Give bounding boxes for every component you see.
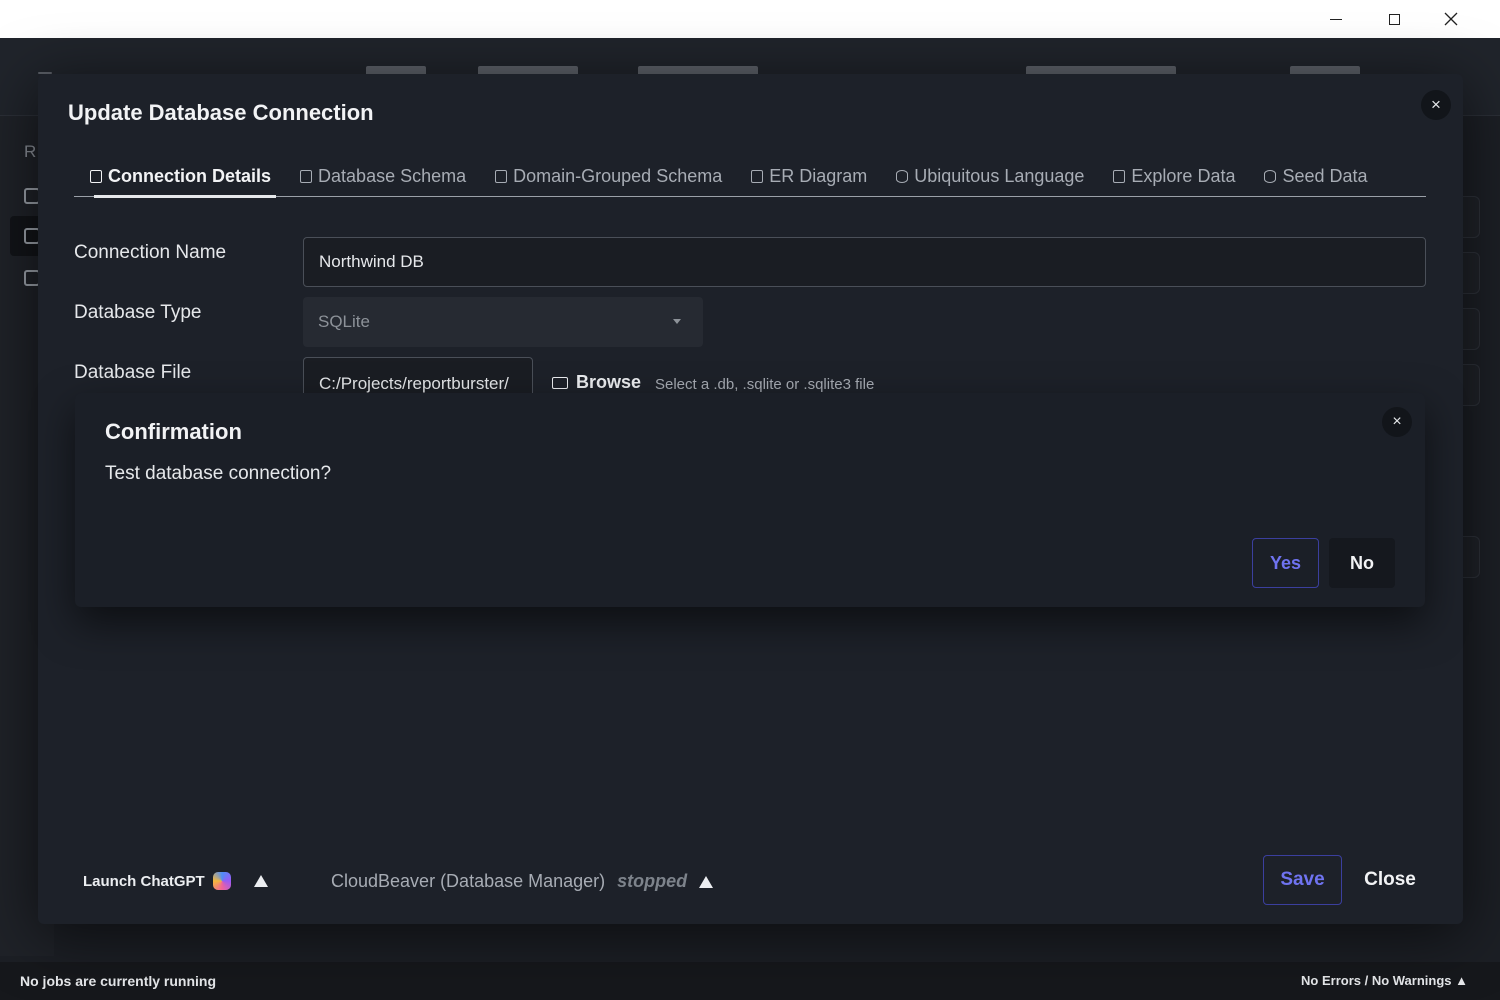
save-button[interactable]: Save [1263,855,1342,905]
map-icon [1113,169,1126,183]
tab-label: Ubiquitous Language [914,165,1085,186]
confirmation-title: Confirmation [105,419,242,444]
database-type-value: SQLite [318,312,370,331]
cloudbeaver-label: CloudBeaver (Database Manager) [331,871,606,891]
settings-icon [90,169,102,183]
tab-er-diagram[interactable]: ER Diagram [735,156,880,196]
background-card [1462,252,1480,294]
chevron-down-icon [673,319,681,324]
database-type-select[interactable]: SQLite [303,297,703,347]
tab-label: Domain-Grouped Schema [513,165,723,186]
tab-ubiquitous-language[interactable]: Ubiquitous Language [880,156,1097,196]
tab-label: Explore Data [1131,165,1236,186]
close-icon [1444,12,1458,26]
job-status-text: No jobs are currently running [20,973,217,989]
modal-title: Update Database Connection [68,100,374,125]
database-type-label: Database Type [74,302,202,323]
connection-name-input[interactable]: Northwind DB [303,237,1426,287]
yes-button[interactable]: Yes [1252,538,1319,588]
cloudbeaver-menu-toggle-icon[interactable] [699,875,714,888]
window-close-button[interactable] [1422,0,1480,38]
background-rail-letter: R [24,142,37,161]
browse-label: Browse [576,372,642,392]
connection-name-label: Connection Name [74,242,227,263]
confirmation-message: Test database connection? [105,463,332,484]
minimize-button[interactable] [1307,0,1365,38]
minimize-icon [1330,18,1342,20]
cloudbeaver-status: CloudBeaver (Database Manager) stopped [331,871,714,892]
no-button[interactable]: No [1329,538,1395,588]
background-card [1462,196,1480,238]
background-card [1462,308,1480,350]
database-file-input[interactable]: C:/Projects/reportburster/ [303,357,533,397]
cloudbeaver-state: stopped [617,871,688,891]
folder-icon [552,376,568,389]
database-file-label: Database File [74,362,192,383]
background-card [1462,536,1480,578]
tab-label: Connection Details [108,165,272,186]
errors-warnings-toggle[interactable]: No Errors / No Warnings ▲ [1301,973,1468,988]
book-icon [300,169,313,183]
launch-chatgpt-button[interactable]: Launch ChatGPT [83,872,231,890]
tab-domain-grouped-schema[interactable]: Domain-Grouped Schema [479,156,735,196]
file-hint: Select a .db, .sqlite or .sqlite3 file [655,376,875,393]
maximize-icon [1388,13,1400,25]
maximize-button[interactable] [1365,0,1423,38]
background-card [1462,364,1480,406]
modal-tabs: Connection Details Database Schema Domai… [74,156,1426,198]
language-icon [896,169,909,183]
database-icon [1264,169,1277,183]
map-icon [751,169,764,183]
tab-label: ER Diagram [769,165,868,186]
tab-database-schema[interactable]: Database Schema [284,156,479,196]
close-button[interactable]: Close [1354,855,1426,905]
tab-seed-data[interactable]: Seed Data [1248,156,1380,196]
status-bar [0,962,1500,1000]
tab-label: Database Schema [318,165,467,186]
modal-close-button[interactable]: × [1421,90,1451,120]
window-titlebar [0,0,1500,38]
confirmation-close-button[interactable]: × [1382,407,1412,437]
tab-label: Seed Data [1282,165,1368,186]
launch-chatgpt-label: Launch ChatGPT [83,872,205,890]
confirmation-dialog: Confirmation Test database connection? ×… [75,393,1425,607]
copilot-icon [212,872,231,890]
browse-button[interactable]: Browse [552,372,641,393]
tab-connection-details[interactable]: Connection Details [74,156,284,198]
group-icon [495,169,508,183]
tab-explore-data[interactable]: Explore Data [1097,156,1248,196]
chatgpt-menu-toggle-icon[interactable] [254,875,268,887]
